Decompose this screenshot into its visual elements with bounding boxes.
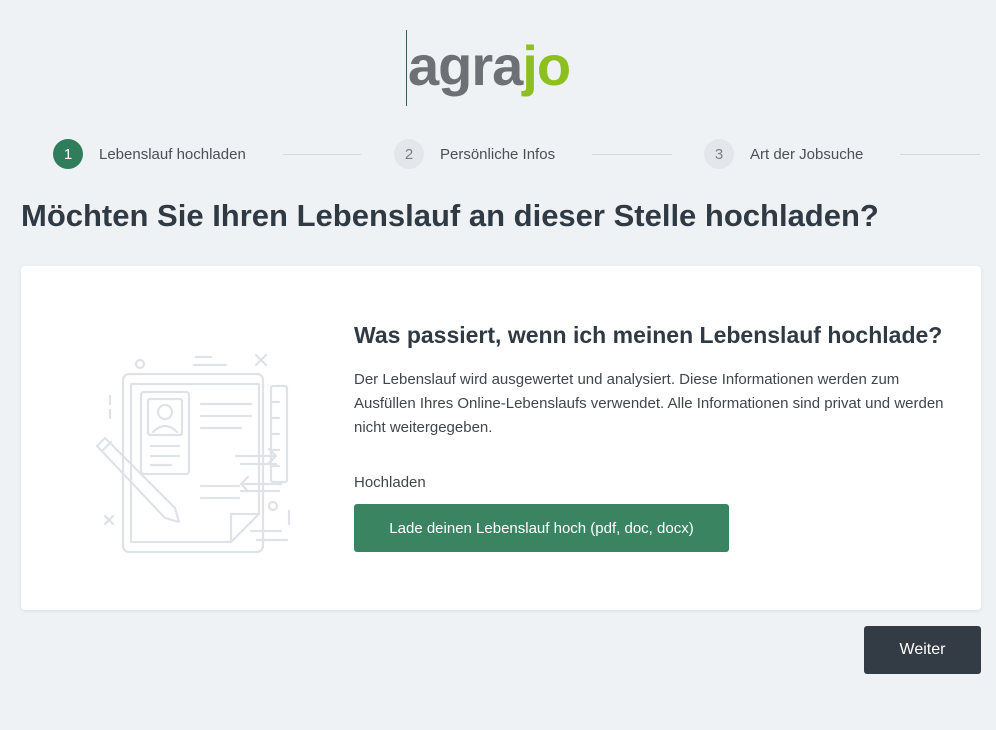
card-description: Der Lebenslauf wird ausgewertet und anal…	[354, 371, 944, 436]
progress-stepper: 1 Lebenslauf hochladen 2 Persönliche Inf…	[0, 138, 996, 172]
step-1: 1 Lebenslauf hochladen	[53, 138, 246, 170]
step-2-number: 2	[394, 139, 424, 169]
page-title: Möchten Sie Ihren Lebenslauf an dieser S…	[21, 198, 879, 233]
logo-caret	[406, 30, 407, 106]
step-3-number: 3	[704, 139, 734, 169]
step-1-number: 1	[53, 139, 83, 169]
logo-part-jo: jo	[522, 34, 571, 97]
resume-upload-illustration-icon	[95, 353, 291, 554]
agrajo-logo[interactable]: agrajo	[406, 28, 606, 106]
step-2-label: Persönliche Infos	[440, 145, 556, 163]
logo-wordmark: agrajo	[408, 34, 571, 97]
upload-resume-button[interactable]: Lade deinen Lebenslauf hoch (pdf, doc, d…	[354, 504, 729, 552]
step-1-label: Lebenslauf hochladen	[99, 145, 246, 163]
next-button[interactable]: Weiter	[864, 626, 981, 674]
step-separator	[592, 154, 672, 155]
upload-card: Was passiert, wenn ich meinen Lebenslauf…	[21, 266, 981, 610]
card-heading: Was passiert, wenn ich meinen Lebenslauf…	[354, 322, 943, 348]
step-3: 3 Art der Jobsuche	[704, 138, 863, 170]
step-3-label: Art der Jobsuche	[750, 145, 864, 163]
step-separator	[283, 154, 361, 155]
step-2: 2 Persönliche Infos	[394, 138, 555, 170]
logo-part-agra: agra	[408, 34, 523, 97]
step-separator	[900, 154, 980, 155]
upload-label: Hochladen	[354, 474, 426, 491]
